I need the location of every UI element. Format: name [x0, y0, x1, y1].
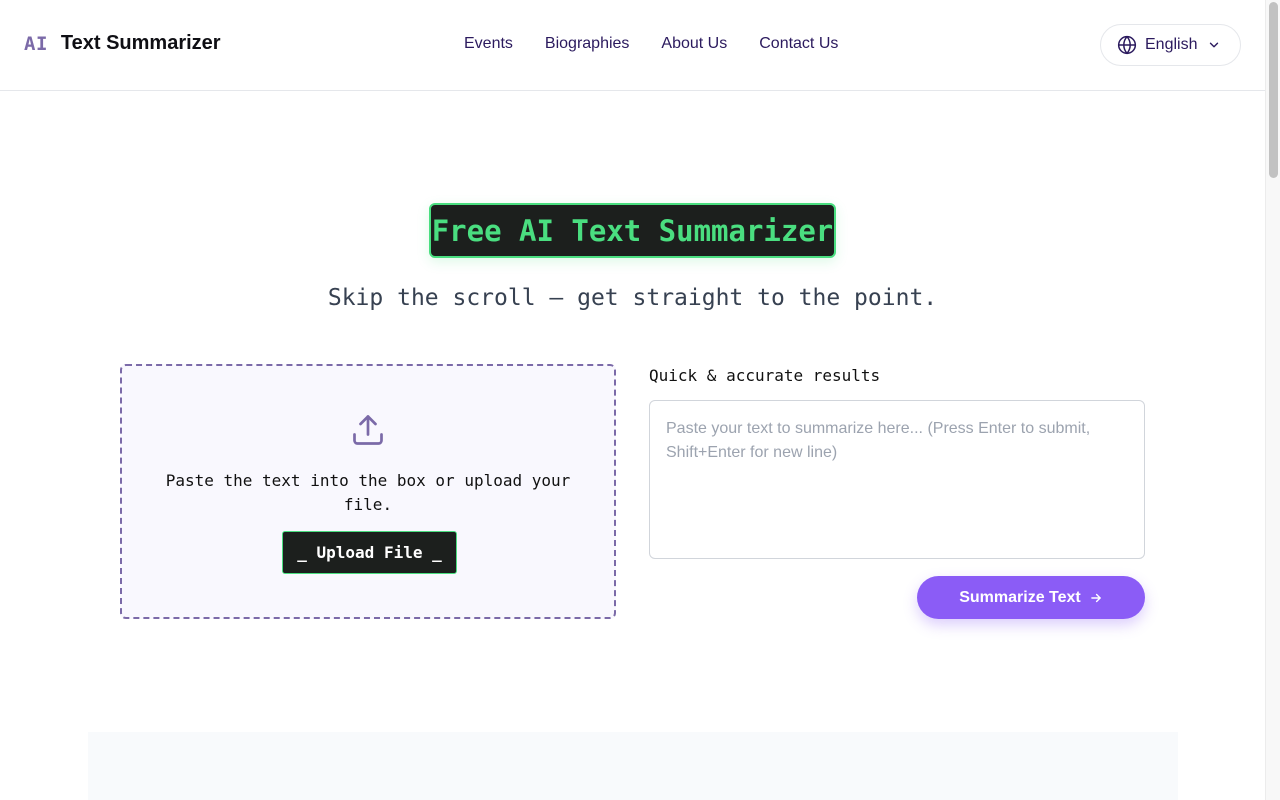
site-header: AI Text Summarizer Events Biographies Ab…: [0, 0, 1265, 91]
language-selector[interactable]: English: [1100, 24, 1241, 66]
page-title: Free AI Text Summarizer: [431, 213, 834, 248]
brand-prefix: AI: [24, 32, 48, 55]
summarize-text-button[interactable]: Summarize Text: [917, 576, 1145, 619]
nav-link-events[interactable]: Events: [464, 35, 513, 53]
hero-subtitle: Skip the scroll — get straight to the po…: [327, 285, 938, 311]
brand-name: Text Summarizer: [60, 32, 221, 54]
page-scrollbar[interactable]: [1265, 0, 1280, 800]
globe-icon: [1117, 35, 1137, 55]
scrollbar-thumb[interactable]: [1269, 2, 1278, 178]
content-section: [88, 732, 1178, 800]
summarize-button-label: Summarize Text: [959, 588, 1081, 606]
hero-title-badge: Free AI Text Summarizer: [429, 203, 836, 258]
main-nav: Events Biographies About Us Contact Us: [464, 35, 838, 53]
summarize-text-input[interactable]: [649, 400, 1145, 559]
summarize-label: Quick & accurate results: [649, 366, 881, 385]
nav-link-biographies[interactable]: Biographies: [545, 35, 630, 53]
nav-link-contact-us[interactable]: Contact Us: [759, 35, 838, 53]
upload-icon: [353, 415, 383, 445]
chevron-down-icon: [1210, 42, 1219, 48]
brand-logo[interactable]: AI Text Summarizer: [24, 32, 221, 55]
language-label: English: [1145, 36, 1198, 53]
upload-instruction: Paste the text into the box or upload yo…: [165, 471, 571, 514]
upload-file-button[interactable]: _ Upload File _: [282, 531, 457, 574]
upload-dropzone[interactable]: Paste the text into the box or upload yo…: [120, 364, 616, 619]
arrow-right-icon: [1090, 593, 1101, 602]
nav-link-about-us[interactable]: About Us: [661, 35, 727, 53]
